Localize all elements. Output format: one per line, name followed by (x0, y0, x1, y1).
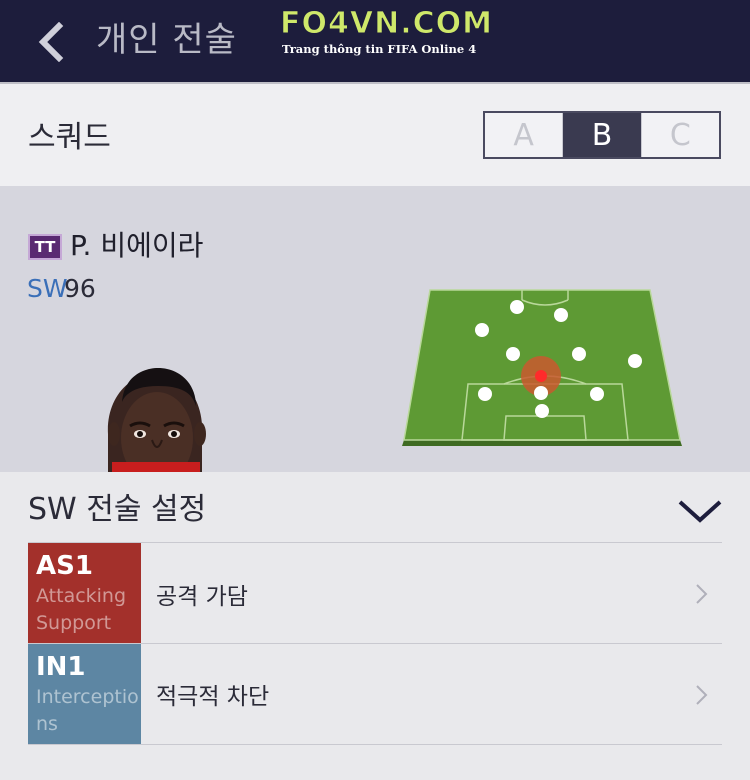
player-position: SW (27, 274, 68, 303)
formation-pitch (402, 289, 682, 446)
tactic-tag: AS1 Attacking Support (28, 543, 141, 644)
player-portrait (107, 368, 206, 472)
goalkeeper-dot (535, 404, 549, 418)
player-dot (478, 387, 492, 401)
tactic-description: Attacking Support (36, 585, 127, 634)
tactic-code: IN1 (36, 652, 86, 682)
tactic-tag: IN1 Interceptions (28, 644, 141, 744)
tactic-row-attacking-support[interactable]: AS1 Attacking Support 공격 가담 (28, 542, 722, 644)
watermark-logo: FO4VN.COM (280, 6, 493, 42)
player-dot (475, 323, 489, 337)
player-rating: 96 (64, 274, 96, 303)
player-name: P. 비에이라 (70, 229, 204, 262)
player-dot (506, 347, 520, 361)
squad-tab-a[interactable]: A (485, 113, 564, 157)
tactic-label: 적극적 차단 (156, 684, 270, 710)
top-bar: 개인 전술 FO4VN.COM Trang thông tin FIFA Onl… (0, 0, 750, 84)
player-dot (628, 354, 642, 368)
chevron-down-icon[interactable] (676, 492, 724, 528)
player-dot (590, 387, 604, 401)
tactic-label: 공격 가담 (156, 583, 248, 610)
player-panel: TT P. 비에이라 SW 96 (0, 186, 750, 472)
watermark-subtitle: Trang thông tin FIFA Online 4 (282, 42, 477, 56)
squad-title: 스쿼드 (28, 120, 111, 155)
settings-title: SW 전술 설정 (28, 492, 207, 527)
tactic-description: Interceptions (36, 686, 139, 735)
player-dot (554, 308, 568, 322)
tactics-settings-panel: SW 전술 설정 AS1 Attacking Support 공격 가담 IN1… (0, 472, 750, 780)
squad-selector: A B C (483, 111, 721, 159)
squad-tab-b[interactable]: B (563, 113, 642, 157)
chevron-right-icon (696, 685, 708, 705)
player-dot (510, 300, 524, 314)
tactic-code: AS1 (36, 551, 93, 581)
page-title: 개인 전술 (96, 20, 237, 60)
back-arrow-icon (38, 22, 64, 62)
chevron-right-icon (696, 584, 708, 604)
player-dot (572, 347, 586, 361)
squad-bar: 스쿼드 A B C (0, 84, 750, 186)
tactic-row-interceptions[interactable]: IN1 Interceptions 적극적 차단 (28, 643, 722, 745)
player-dot (534, 386, 548, 400)
season-badge: TT (28, 234, 62, 260)
back-button[interactable] (30, 22, 70, 62)
squad-tab-c[interactable]: C (641, 113, 719, 157)
selected-player-dot (535, 370, 547, 382)
